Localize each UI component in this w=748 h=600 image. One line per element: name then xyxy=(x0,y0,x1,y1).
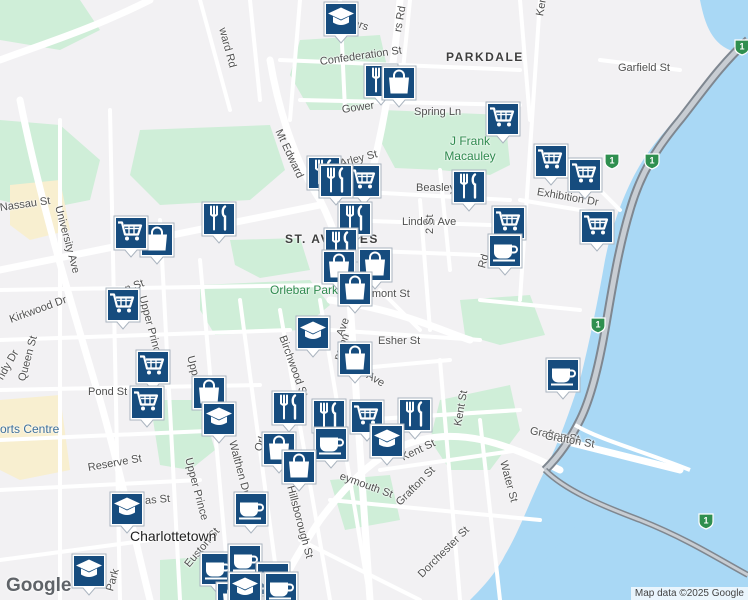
map-pin-school[interactable] xyxy=(108,490,146,534)
highway-1-shield-icon: 1 xyxy=(604,152,620,170)
map-pin-shopping-bag[interactable] xyxy=(280,448,318,492)
highway-shield-number: 1 xyxy=(649,156,654,166)
map-pin-shopping-bag[interactable] xyxy=(336,270,374,314)
map-pin-shopping-bag[interactable] xyxy=(336,340,374,384)
highway-1-shield-icon: 1 xyxy=(644,152,660,170)
highway-shield-number: 1 xyxy=(595,320,600,330)
google-logo: Google xyxy=(6,575,72,596)
map-pin-grocery-cart[interactable] xyxy=(112,214,150,258)
highway-1-shield-icon: 1 xyxy=(698,512,714,530)
map-pin-grocery-cart[interactable] xyxy=(566,156,604,200)
map-pin-school[interactable] xyxy=(200,400,238,444)
map-pin-school[interactable] xyxy=(368,422,406,466)
map-pin-coffee[interactable] xyxy=(544,356,582,400)
map-pin-school[interactable] xyxy=(322,0,360,44)
highway-shield-number: 1 xyxy=(703,516,708,526)
map-pin-grocery-cart[interactable] xyxy=(104,286,142,330)
map-pin-restaurant[interactable] xyxy=(450,168,488,212)
map-pin-shopping-bag[interactable] xyxy=(380,64,418,108)
highway-1-shield-icon: 1 xyxy=(734,38,748,56)
map-pin-school[interactable] xyxy=(294,314,332,358)
map-pin-coffee[interactable] xyxy=(262,570,300,600)
map-pin-grocery-cart[interactable] xyxy=(578,208,616,252)
map-pin-restaurant[interactable] xyxy=(200,200,238,244)
map-pin-school[interactable] xyxy=(226,570,264,600)
map-pin-coffee[interactable] xyxy=(486,232,524,276)
map-pin-school[interactable] xyxy=(70,552,108,596)
map-pin-grocery-cart[interactable] xyxy=(128,384,166,428)
neighbourhood-label-parkdale: PARKDALE xyxy=(446,50,524,64)
map-pin-grocery-cart[interactable] xyxy=(532,142,570,186)
map-pin-grocery-cart[interactable] xyxy=(484,100,522,144)
map-pin-coffee[interactable] xyxy=(232,490,270,534)
highway-shield-number: 1 xyxy=(739,42,744,52)
map-canvas[interactable]: ward RdPalmersConfederation StGarfield S… xyxy=(0,0,748,600)
map-attribution[interactable]: Map data ©2025 Google xyxy=(630,587,748,600)
highway-shield-number: 1 xyxy=(609,156,614,166)
map-pin-restaurant[interactable] xyxy=(270,389,308,433)
sports-centre-label: orts Centre xyxy=(0,422,60,436)
highway-1-shield-icon: 1 xyxy=(590,316,606,334)
